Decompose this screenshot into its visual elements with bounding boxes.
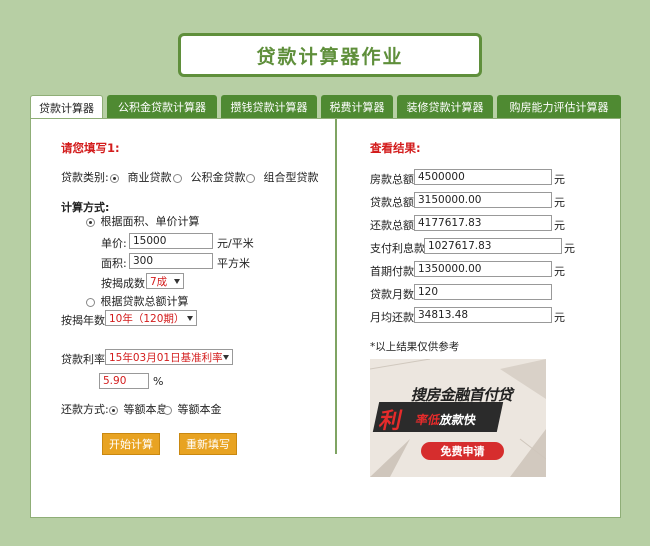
radio-equal-principal[interactable] <box>163 405 172 415</box>
calc-by-total-label: 根据贷款总额计算 <box>100 295 189 308</box>
result-loan-total-field[interactable]: 3150000.00 <box>414 192 552 208</box>
result-label-repayment-total: 还款总额 <box>370 219 414 232</box>
result-label-house-total: 房款总额 <box>370 173 414 186</box>
mortgage-years-select[interactable]: 10年（120期） <box>105 310 197 326</box>
mortgage-ratio-value: 7成 <box>150 275 168 288</box>
radio-equal-installment[interactable] <box>109 405 118 415</box>
area-label: 面积: <box>101 257 127 270</box>
unit-price-unit: 元/平米 <box>217 237 254 250</box>
result-label-months: 贷款月数 <box>370 288 414 301</box>
loan-type-commercial-label: 商业贷款 <box>127 171 172 184</box>
loan-type-combined-option[interactable]: 组合型贷款 <box>246 169 319 185</box>
interest-rate-input[interactable]: 5.90 <box>99 373 149 389</box>
page-title-box: 贷款计算器作业 <box>178 33 482 77</box>
repayment-equal-principal-label: 等额本金 <box>177 403 222 416</box>
form-section-title: 请您填写1: <box>61 141 120 155</box>
loan-type-combined-label: 组合型贷款 <box>263 171 319 184</box>
tab-savings-loan-calculator[interactable]: 攒钱贷款计算器 <box>221 95 317 118</box>
area-input[interactable]: 300 <box>129 253 213 269</box>
mortgage-years-value: 10年（120期） <box>109 312 185 325</box>
reset-button[interactable]: 重新填写 <box>179 433 237 455</box>
calculator-panel: 请您填写1: 贷款类别: 商业贷款 公积金贷款 组合型贷款 计算方式: 根据面积… <box>30 118 621 518</box>
chevron-down-icon <box>223 355 229 360</box>
result-months-field[interactable]: 120 <box>414 284 552 300</box>
radio-combined[interactable] <box>246 173 255 183</box>
ad-tagline-red: 率低 <box>414 413 442 427</box>
mortgage-years-label: 按揭年数 <box>61 314 105 327</box>
result-unit-monthly-payment: 元 <box>554 311 565 324</box>
chevron-down-icon <box>187 316 193 321</box>
result-repayment-total-field[interactable]: 4177617.83 <box>414 215 552 231</box>
repayment-equal-installment-label: 等额本息 <box>123 403 168 416</box>
calc-by-area-option[interactable]: 根据面积、单价计算 <box>86 213 200 229</box>
chevron-down-icon <box>174 279 180 284</box>
calc-by-total-option[interactable]: 根据贷款总额计算 <box>86 293 189 309</box>
tab-tax-calculator[interactable]: 税费计算器 <box>321 95 393 118</box>
results-note: *以上结果仅供参考 <box>370 341 460 353</box>
result-unit-loan-total: 元 <box>554 196 565 209</box>
result-label-monthly-payment: 月均还款 <box>370 311 414 324</box>
result-house-total-field[interactable]: 4500000 <box>414 169 552 185</box>
repayment-equal-principal-option[interactable]: 等额本金 <box>163 401 222 417</box>
loan-type-provident-option[interactable]: 公积金贷款 <box>173 169 246 185</box>
result-unit-repayment-total: 元 <box>554 219 565 232</box>
loan-type-label: 贷款类别: <box>61 171 109 184</box>
loan-type-provident-label: 公积金贷款 <box>190 171 246 184</box>
mortgage-ratio-label: 按揭成数 <box>101 277 145 290</box>
interest-rate-select[interactable]: 15年03月01日基准利率 <box>105 349 233 365</box>
tab-renovation-loan-calculator[interactable]: 装修贷款计算器 <box>397 95 493 118</box>
interest-rate-value: 15年03月01日基准利率 <box>109 351 223 364</box>
calc-by-area-label: 根据面积、单价计算 <box>100 215 200 228</box>
result-unit-down-payment: 元 <box>554 265 565 278</box>
result-down-payment-field[interactable]: 1350000.00 <box>414 261 552 277</box>
mortgage-ratio-select[interactable]: 7成 <box>146 273 184 289</box>
result-label-loan-total: 贷款总额 <box>370 196 414 209</box>
result-label-interest: 支付利息款: <box>370 242 429 255</box>
result-interest-field[interactable]: 1027617.83 <box>424 238 562 254</box>
result-label-down-payment: 首期付款 <box>370 265 414 278</box>
result-unit-interest: 元 <box>564 242 575 255</box>
ad-tagline-white: 放款快 <box>438 413 478 427</box>
radio-commercial[interactable] <box>110 173 119 183</box>
results-section-title: 查看结果: <box>370 141 421 155</box>
ad-tagline: 率低放款快 <box>414 411 478 428</box>
tab-affordability-calculator[interactable]: 购房能力评估计算器 <box>497 95 621 118</box>
radio-calc-by-area[interactable] <box>86 217 95 227</box>
repayment-equal-installment-option[interactable]: 等额本息 <box>109 401 168 417</box>
unit-price-label: 单价: <box>101 237 127 250</box>
calculate-button[interactable]: 开始计算 <box>102 433 160 455</box>
ad-cta-button[interactable]: 免费申请 <box>421 442 504 460</box>
tab-loan-calculator[interactable]: 贷款计算器 <box>30 95 103 119</box>
page-title: 贷款计算器作业 <box>256 45 404 68</box>
panel-divider <box>335 119 337 454</box>
loan-type-commercial-option[interactable]: 商业贷款 <box>110 169 172 185</box>
interest-rate-unit: % <box>153 375 164 388</box>
ad-banner[interactable]: 搜房金融首付贷 利 率低放款快 免费申请 <box>370 359 546 477</box>
area-unit: 平方米 <box>217 257 250 270</box>
tab-provident-fund-calculator[interactable]: 公积金贷款计算器 <box>107 95 217 118</box>
unit-price-input[interactable]: 15000 <box>129 233 213 249</box>
result-monthly-payment-field[interactable]: 34813.48 <box>414 307 552 323</box>
result-unit-house-total: 元 <box>554 173 565 186</box>
interest-rate-label: 贷款利率 <box>61 353 105 366</box>
repayment-label: 还款方式: <box>61 403 109 416</box>
radio-calc-by-total[interactable] <box>86 297 95 307</box>
radio-provident[interactable] <box>173 173 182 183</box>
